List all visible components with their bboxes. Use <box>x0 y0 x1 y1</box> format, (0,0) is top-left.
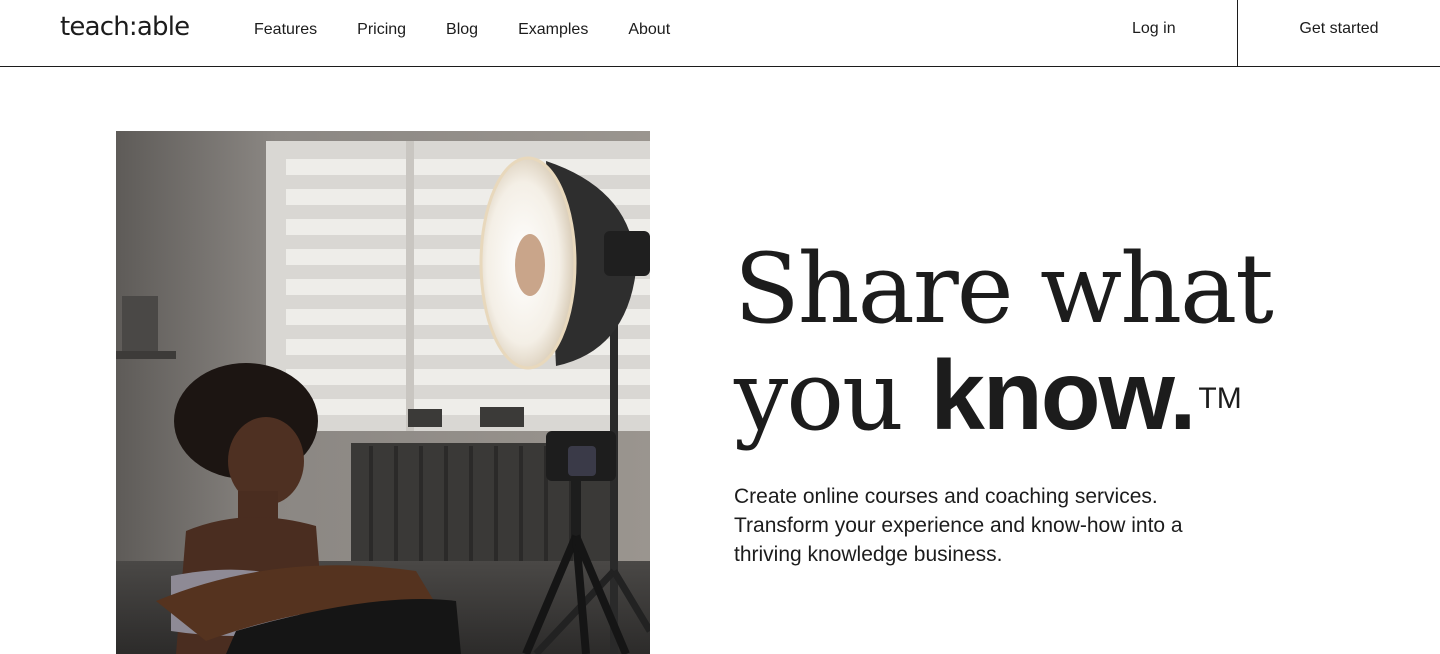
login-link[interactable]: Log in <box>1132 19 1176 39</box>
get-started-button[interactable]: Get started <box>1238 0 1440 66</box>
nav-item-pricing[interactable]: Pricing <box>357 20 406 40</box>
main-nav: Features Pricing Blog Examples About <box>254 20 670 40</box>
trademark-symbol: TM <box>1198 382 1242 415</box>
nav-item-examples[interactable]: Examples <box>518 20 588 40</box>
headline-bold-text: know. <box>930 340 1196 450</box>
teachable-logo[interactable]: teach:able <box>60 12 190 42</box>
nav-item-about[interactable]: About <box>628 20 670 40</box>
hero-subtext: Create online courses and coaching servi… <box>734 485 1183 566</box>
site-header: teach:able Features Pricing Blog Example… <box>0 0 1440 67</box>
headline-line-2: you know. TM <box>734 340 1242 452</box>
nav-item-blog[interactable]: Blog <box>446 20 478 40</box>
hero-headline: Share what you know. TM <box>734 236 1354 449</box>
nav-item-features[interactable]: Features <box>254 20 317 40</box>
hero-photo <box>116 131 650 654</box>
headline-light-text: you <box>734 340 931 452</box>
headline-line-1: Share what <box>734 233 1274 345</box>
